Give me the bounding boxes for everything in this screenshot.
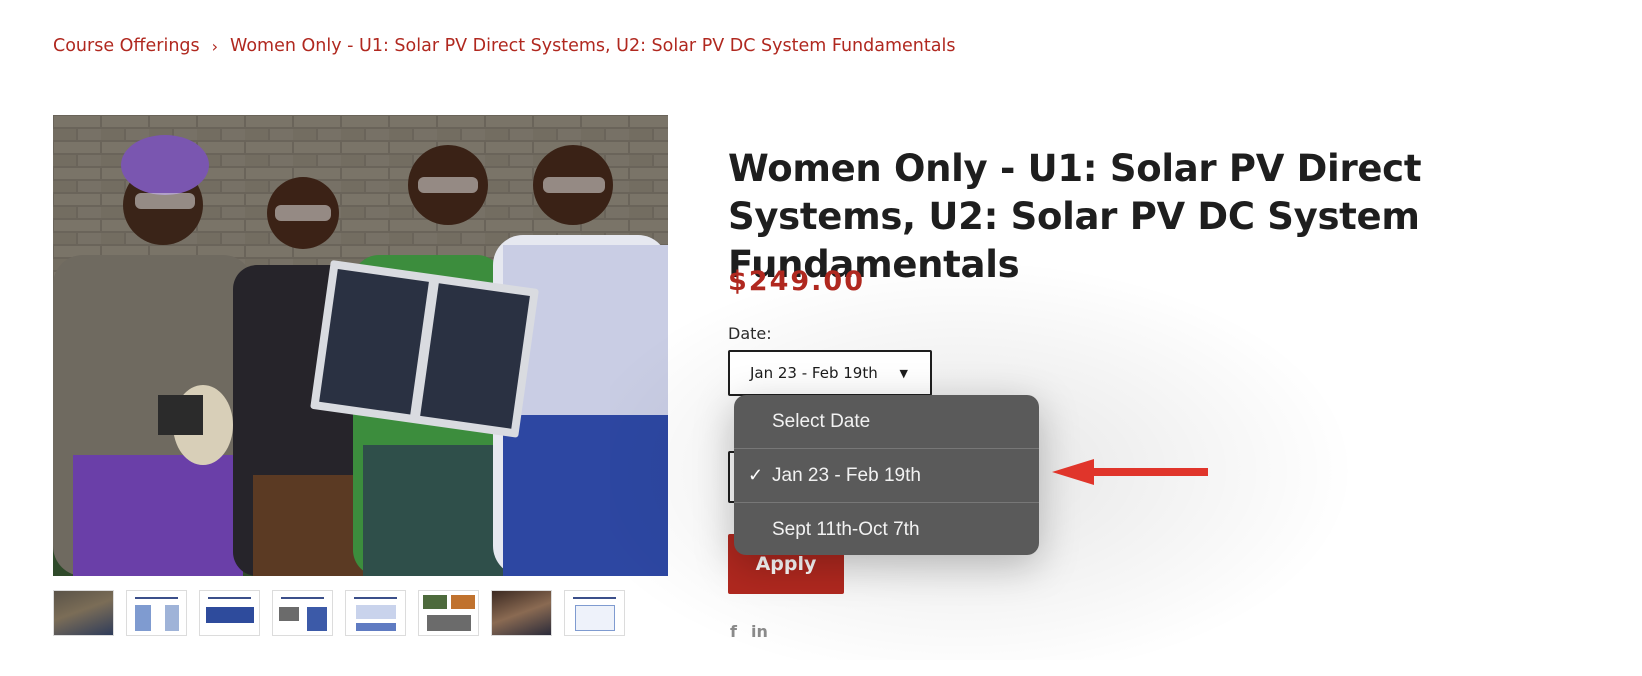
linkedin-icon[interactable]: in [751,622,768,641]
date-select-value: Jan 23 - Feb 19th [750,364,878,382]
dropdown-option-select-date[interactable]: Select Date [734,395,1039,449]
date-label: Date: [728,324,772,343]
dropdown-option-label: Jan 23 - Feb 19th [772,464,921,486]
dropdown-option-sept-11[interactable]: Sept 11th-Oct 7th [734,503,1039,555]
thumbnail-1[interactable] [53,590,114,636]
share-links: f in [730,622,768,641]
dropdown-option-label: Select Date [772,410,871,432]
thumbnail-7[interactable] [491,590,552,636]
thumbnail-2[interactable] [126,590,187,636]
thumbnail-strip [53,590,625,636]
date-select[interactable]: Jan 23 - Feb 19th ▼ [728,350,932,396]
product-page: Course Offerings › Women Only - U1: Sola… [0,0,1642,676]
facebook-icon[interactable]: f [730,622,737,641]
thumbnail-3[interactable] [199,590,260,636]
product-photo[interactable] [53,115,668,576]
dropdown-option-label: Sept 11th-Oct 7th [772,519,920,540]
thumbnail-6[interactable] [418,590,479,636]
thumbnail-5[interactable] [345,590,406,636]
breadcrumb-current-link[interactable]: Women Only - U1: Solar PV Direct Systems… [230,36,955,56]
thumbnail-8[interactable] [564,590,625,636]
thumbnail-4[interactable] [272,590,333,636]
dropdown-option-jan-23[interactable]: ✓ Jan 23 - Feb 19th [734,449,1039,503]
breadcrumb: Course Offerings › Women Only - U1: Sola… [53,36,955,56]
chevron-down-icon: ▼ [899,366,908,380]
date-dropdown-menu: Select Date ✓ Jan 23 - Feb 19th Sept 11t… [734,395,1039,555]
breadcrumb-separator: › [211,36,219,56]
product-price: $249.00 [728,266,865,297]
breadcrumb-course-offerings-link[interactable]: Course Offerings [53,36,200,56]
checkmark-icon: ✓ [748,465,764,485]
red-arrow-icon [1052,459,1208,485]
